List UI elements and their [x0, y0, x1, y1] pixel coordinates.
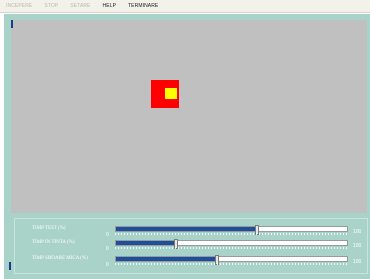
progress-row-in-tinta: TIMP IN TINTA (%) 0 100	[0, 239, 370, 252]
top-marker	[11, 20, 13, 28]
progress-min: 0	[106, 262, 109, 268]
progress-max: 100	[353, 259, 362, 265]
progress-min: 0	[106, 246, 109, 252]
menu-incepere[interactable]: INCEPERE	[6, 3, 32, 9]
progress-ticks	[115, 247, 348, 249]
progress-fill	[116, 257, 216, 261]
progress-row-test: TIMP TEST (%) 0 100	[0, 225, 370, 238]
target-inner-square[interactable]	[165, 88, 177, 99]
menu-bar: INCEPERE STOP SETARE HELP TERMINARE	[0, 0, 370, 13]
progress-fill	[116, 241, 174, 245]
progress-max: 100	[353, 229, 362, 235]
progress-max: 100	[353, 243, 362, 249]
menu-stop[interactable]: STOP	[44, 3, 58, 9]
progress-ticks	[115, 233, 348, 235]
progress-track	[115, 239, 348, 249]
progress-track	[115, 255, 348, 265]
progress-row-shoare-mica: TIMP SHOARE MICA (%) 0 100	[0, 255, 370, 268]
progress-label: TIMP SHOARE MICA (%)	[32, 256, 88, 261]
progress-track	[115, 225, 348, 235]
menu-setare[interactable]: SETARE	[70, 3, 90, 9]
menu-help[interactable]: HELP	[103, 3, 116, 9]
menu-terminare[interactable]: TERMINARE	[128, 3, 158, 9]
progress-label: TIMP IN TINTA (%)	[32, 240, 75, 245]
progress-ticks	[115, 263, 348, 265]
progress-min: 0	[106, 232, 109, 238]
test-canvas[interactable]	[11, 20, 367, 213]
progress-label: TIMP TEST (%)	[32, 226, 66, 231]
progress-fill	[116, 227, 255, 231]
